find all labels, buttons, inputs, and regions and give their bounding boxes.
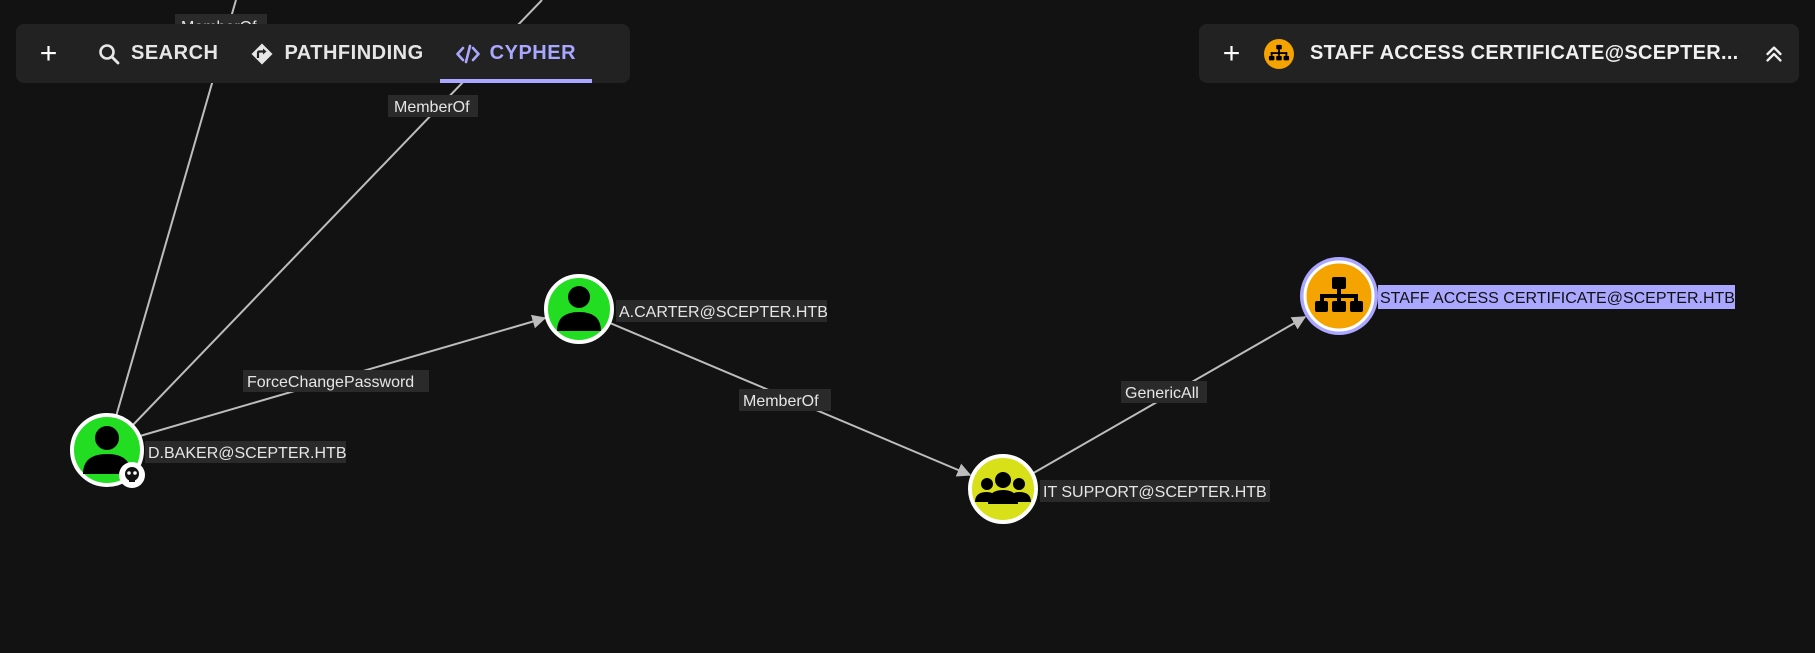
tab-label: CYPHER	[489, 42, 577, 64]
svg-text:MemberOf: MemberOf	[394, 99, 470, 116]
code-icon	[455, 44, 480, 63]
edge-label-memberof-top[interactable]: MemberOf	[388, 95, 478, 117]
collapse-button[interactable]	[1749, 24, 1799, 83]
node-it-support[interactable]: IT SUPPORT@SCEPTER.HTB	[968, 454, 1270, 524]
ou-icon	[1264, 38, 1294, 69]
tab-cypher[interactable]: CYPHER	[439, 24, 593, 83]
svg-text:GenericAll: GenericAll	[1125, 385, 1199, 402]
svg-text:ForceChangePassword: ForceChangePassword	[247, 374, 414, 391]
directions-icon	[251, 43, 273, 64]
tab-label: PATHFINDING	[284, 42, 424, 64]
node-label: D.BAKER@SCEPTER.HTB	[148, 445, 347, 462]
entity-detail-header: + STAFF ACCESS CERTIFICATE@SCEPTER...	[1199, 24, 1799, 83]
node-label: STAFF ACCESS CERTIFICATE@SCEPTER.HTB	[1380, 290, 1735, 307]
skull-icon	[119, 462, 145, 488]
node-a-carter[interactable]: A.CARTER@SCEPTER.HTB	[544, 274, 828, 344]
graph-canvas[interactable]: MemberOf MemberOf ForceChangePassword Me…	[0, 0, 1815, 653]
double-chevron-up-icon	[1766, 45, 1782, 62]
svg-text:MemberOf: MemberOf	[743, 393, 819, 410]
edge-label-memberof[interactable]: MemberOf	[739, 389, 831, 411]
node-staff-access-certificate[interactable]: STAFF ACCESS CERTIFICATE@SCEPTER.HTB	[1300, 257, 1735, 335]
entity-title: STAFF ACCESS CERTIFICATE@SCEPTER...	[1310, 42, 1739, 64]
search-icon	[99, 43, 120, 64]
edge-label-forcechangepassword[interactable]: ForceChangePassword	[243, 370, 429, 392]
node-d-baker[interactable]: D.BAKER@SCEPTER.HTB	[70, 413, 347, 488]
search-toolbar: + SEARCH PATHFINDING CYPHER	[16, 24, 630, 83]
tab-label: SEARCH	[131, 42, 219, 64]
tab-search[interactable]: SEARCH	[81, 24, 234, 83]
node-label: A.CARTER@SCEPTER.HTB	[619, 304, 828, 321]
node-label: IT SUPPORT@SCEPTER.HTB	[1043, 484, 1267, 501]
tab-pathfinding[interactable]: PATHFINDING	[234, 24, 439, 83]
add-button[interactable]: +	[1199, 24, 1264, 83]
add-button[interactable]: +	[16, 24, 81, 83]
edge-label-genericall[interactable]: GenericAll	[1121, 381, 1207, 403]
